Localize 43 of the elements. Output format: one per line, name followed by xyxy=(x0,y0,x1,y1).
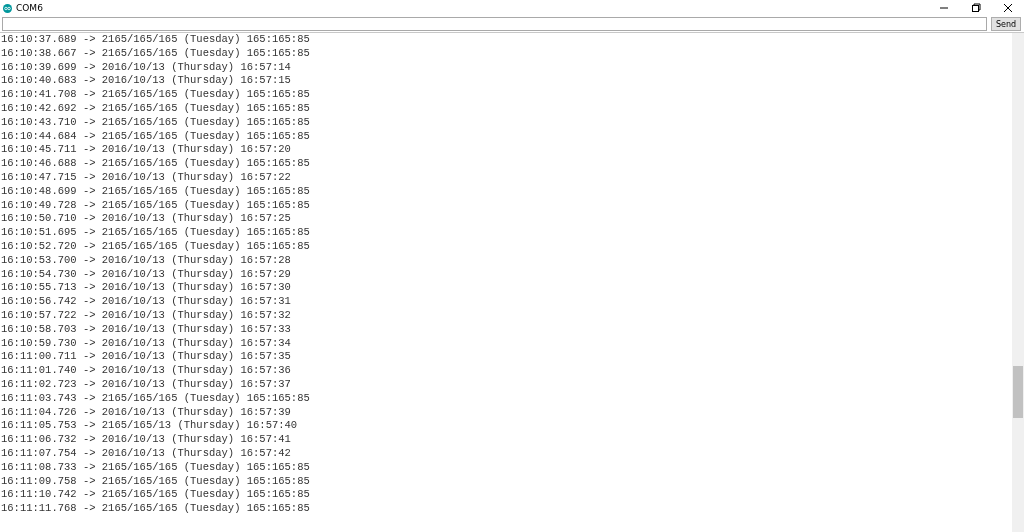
serial-output-line: 16:11:08.733 -> 2165/165/165 (Tuesday) 165:165:85 xyxy=(1,460,311,475)
serial-output-line: 16:10:56.742 -> 2016/10/13 (Thursday) 16:57:31 xyxy=(1,295,292,309)
app-logo-icon xyxy=(3,3,12,13)
serial-output-line: 16:11:01.740 -> 2016/10/13 (Thursday) 16:57:36 xyxy=(1,364,292,378)
serial-output-line: 16:11:10.742 -> 2165/165/165 (Tuesday) 165:165:85 xyxy=(1,488,311,503)
serial-output-line: 16:10:57.722 -> 2016/10/13 (Thursday) 16:57:32 xyxy=(1,308,292,323)
serial-output-line: 16:10:45.711 -> 2016/10/13 (Thursday) 16:57:20 xyxy=(1,143,292,158)
serial-output-line: 16:10:58.703 -> 2016/10/13 (Thursday) 16:57:33 xyxy=(1,322,292,337)
serial-output-line: 16:10:37.689 -> 2165/165/165 (Tuesday) 165:165:85 xyxy=(1,33,311,47)
serial-output-line: 16:10:40.683 -> 2016/10/13 (Thursday) 16:57:15 xyxy=(1,74,292,89)
serial-output-line: 16:10:51.695 -> 2165/165/165 (Tuesday) 165:165:85 xyxy=(1,226,311,240)
serial-output-line: 16:10:42.692 -> 2165/165/165 (Tuesday) 165:165:85 xyxy=(1,102,311,116)
serial-output-line: 16:10:39.699 -> 2016/10/13 (Thursday) 16:57:14 xyxy=(1,60,292,75)
serial-output-line: 16:10:47.715 -> 2016/10/13 (Thursday) 16:57:22 xyxy=(1,170,292,185)
serial-output-line: 16:10:44.684 -> 2165/165/165 (Tuesday) 165:165:85 xyxy=(1,129,311,144)
serial-output-line: 16:11:00.711 -> 2016/10/13 (Thursday) 16:57:35 xyxy=(1,350,292,365)
close-icon xyxy=(1003,3,1013,13)
scrollbar-thumb[interactable] xyxy=(1013,366,1023,418)
serial-output-line: 16:11:03.743 -> 2165/165/165 (Tuesday) 165:165:85 xyxy=(1,391,311,406)
serial-output-line: 16:10:38.667 -> 2165/165/165 (Tuesday) 165:165:85 xyxy=(1,46,311,61)
serial-output-line: 16:10:49.728 -> 2165/165/165 (Tuesday) 165:165:85 xyxy=(1,198,311,213)
serial-output-line: 16:10:59.730 -> 2016/10/13 (Thursday) 16:57:34 xyxy=(1,336,292,351)
serial-output-line: 16:11:05.753 -> 2165/165/13 (Thursday) 16:57:40 xyxy=(1,419,299,434)
serial-output-line: 16:10:50.710 -> 2016/10/13 (Thursday) 16:57:25 xyxy=(1,212,292,227)
serial-output-line: 16:10:52.720 -> 2165/165/165 (Tuesday) 165:165:85 xyxy=(1,239,311,254)
serial-output-line: 16:10:46.688 -> 2165/165/165 (Tuesday) 165:165:85 xyxy=(1,157,311,171)
restore-icon xyxy=(971,3,981,13)
serial-output-line: 16:11:06.732 -> 2016/10/13 (Thursday) 16:57:41 xyxy=(1,433,292,447)
serial-output-line: 16:11:11.768 -> 2165/165/165 (Tuesday) 165:165:85 xyxy=(1,502,311,516)
serial-output-line: 16:10:48.699 -> 2165/165/165 (Tuesday) 165:165:85 xyxy=(1,184,311,199)
window-title: COM6 xyxy=(16,3,44,13)
serial-output-line: 16:11:04.726 -> 2016/10/13 (Thursday) 16:57:39 xyxy=(1,405,292,420)
send-button[interactable]: Send xyxy=(991,17,1021,31)
send-input-field[interactable] xyxy=(2,17,987,31)
serial-output-line: 16:10:54.730 -> 2016/10/13 (Thursday) 16:57:29 xyxy=(1,267,292,282)
serial-output-line: 16:10:55.713 -> 2016/10/13 (Thursday) 16:57:30 xyxy=(1,281,292,296)
serial-output-line: 16:11:02.723 -> 2016/10/13 (Thursday) 16:57:37 xyxy=(1,377,292,392)
scrollbar[interactable] xyxy=(1012,33,1024,532)
serial-output-line: 16:11:09.758 -> 2165/165/165 (Tuesday) 165:165:85 xyxy=(1,474,311,489)
serial-output-line: 16:10:53.700 -> 2016/10/13 (Thursday) 16:57:28 xyxy=(1,253,292,268)
serial-output-line: 16:10:41.708 -> 2165/165/165 (Tuesday) 165:165:85 xyxy=(1,88,311,102)
serial-output-line: 16:11:07.754 -> 2016/10/13 (Thursday) 16:57:42 xyxy=(1,446,292,461)
serial-output-line: 16:10:43.710 -> 2165/165/165 (Tuesday) 165:165:85 xyxy=(1,115,311,130)
